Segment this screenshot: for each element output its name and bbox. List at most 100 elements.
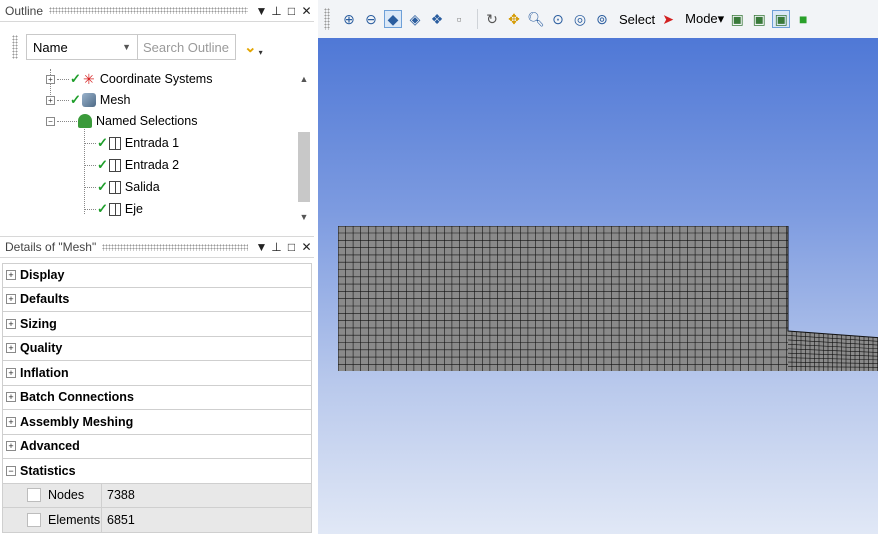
- face-selection-icon: [108, 158, 121, 172]
- scroll-thumb[interactable]: [298, 132, 310, 202]
- restore-icon[interactable]: □: [284, 4, 299, 18]
- face-selection-icon: [108, 136, 121, 150]
- shaded-view-icon[interactable]: ◆: [384, 10, 402, 28]
- filter-type-select[interactable]: Name ▼: [26, 34, 138, 60]
- mesh-icon: [81, 93, 96, 107]
- tree-item-entrada-1[interactable]: ✓ Entrada 1: [84, 133, 179, 153]
- expand-icon[interactable]: +: [6, 270, 16, 281]
- restore-icon[interactable]: □: [284, 240, 299, 254]
- tree-item-coordinate-systems[interactable]: + ✓ ✳ Coordinate Systems: [46, 69, 212, 89]
- zoom-fit-icon[interactable]: ◎: [571, 10, 589, 28]
- expand-icon[interactable]: +: [6, 367, 16, 378]
- tree-item-salida[interactable]: ✓ Salida: [84, 177, 160, 197]
- zoom-in-icon[interactable]: ⊕: [340, 10, 358, 28]
- collapse-icon[interactable]: −: [6, 465, 16, 476]
- section-label: Quality: [20, 341, 63, 356]
- expand-icon[interactable]: +: [6, 318, 16, 329]
- stat-value: 7388: [107, 488, 135, 503]
- select-vertex-icon[interactable]: ▣: [728, 10, 746, 28]
- details-section-quality[interactable]: + Quality: [2, 336, 312, 361]
- select-face-icon[interactable]: ▣: [772, 10, 791, 28]
- tree-item-eje[interactable]: ✓ Eje: [84, 199, 143, 219]
- mode-dropdown[interactable]: Mode▾: [685, 11, 724, 27]
- tree-item-label: Eje: [124, 202, 143, 216]
- expand-icon[interactable]: +: [6, 343, 16, 354]
- details-section-advanced[interactable]: + Advanced: [2, 434, 312, 459]
- graphics-toolbar: ⊕ ⊖ ◆ ◈ ❖ ▫ ↻ ✥ 🔍︎ ⊙ ◎ ⊚ Select ➤ Mode▾ …: [318, 0, 878, 38]
- section-label: Sizing: [20, 316, 57, 331]
- select-edge-icon[interactable]: ▣: [750, 10, 768, 28]
- select-label[interactable]: Select: [619, 12, 655, 27]
- scroll-up-icon[interactable]: ▲: [296, 74, 312, 84]
- zoom-icon[interactable]: 🔍︎: [527, 10, 545, 28]
- pan-icon[interactable]: ✥: [505, 10, 523, 28]
- display-style-icon[interactable]: ❖: [428, 10, 446, 28]
- tree-item-mesh[interactable]: + ✓ Mesh: [46, 90, 130, 110]
- pin-icon[interactable]: ⊥: [269, 4, 284, 18]
- edges-icon[interactable]: ▫: [450, 10, 468, 28]
- search-options-icon[interactable]: ⌄: [244, 38, 257, 56]
- face-selection-icon: [108, 180, 121, 194]
- graphics-viewport[interactable]: [318, 38, 878, 534]
- close-icon[interactable]: ✕: [299, 240, 314, 254]
- dropdown-icon[interactable]: ▼: [254, 240, 269, 254]
- wireframe-icon[interactable]: ◈: [406, 10, 424, 28]
- expand-icon[interactable]: +: [6, 294, 16, 305]
- tree-item-label: Entrada 1: [124, 136, 180, 150]
- outline-tree: + ✓ ✳ Coordinate Systems + ✓ Mesh − Name…: [0, 64, 300, 224]
- stat-row-elements[interactable]: Elements 6851: [2, 507, 312, 533]
- box-zoom-icon[interactable]: ⊙: [549, 10, 567, 28]
- expand-icon[interactable]: +: [6, 441, 16, 452]
- outline-search-input[interactable]: Search Outline: [138, 34, 236, 60]
- rotate-icon[interactable]: ↻: [483, 10, 501, 28]
- expand-icon[interactable]: +: [46, 74, 55, 84]
- outline-scrollbar[interactable]: ▲ ▼: [296, 68, 312, 226]
- tree-item-entrada-2[interactable]: ✓ Entrada 2: [84, 155, 179, 175]
- expand-icon[interactable]: +: [6, 392, 16, 403]
- section-label: Display: [20, 268, 65, 283]
- details-title-bar: Details of "Mesh" ▼ ⊥ □ ✕: [0, 236, 314, 258]
- tree-item-label: Entrada 2: [124, 158, 180, 172]
- checkmark-icon: ✓: [70, 92, 81, 107]
- zoom-out-icon[interactable]: ⊖: [362, 10, 380, 28]
- details-section-inflation[interactable]: + Inflation: [2, 361, 312, 386]
- parameter-checkbox[interactable]: [27, 512, 41, 527]
- select-cursor-icon[interactable]: ➤: [659, 10, 677, 28]
- toolbar-grip[interactable]: [324, 8, 330, 30]
- pin-icon[interactable]: ⊥: [269, 240, 284, 254]
- coordinate-systems-icon: ✳: [83, 71, 95, 87]
- toolbar-grip[interactable]: [12, 35, 18, 59]
- section-label: Assembly Meshing: [20, 414, 134, 429]
- left-pane: Outline ▼ ⊥ □ ✕ Name ▼ Search Outline ⌄ …: [0, 0, 318, 534]
- expand-icon[interactable]: +: [6, 416, 16, 427]
- select-body-icon[interactable]: ■: [794, 10, 812, 28]
- details-section-batch-connections[interactable]: + Batch Connections: [2, 385, 312, 410]
- small-dropdown-icon[interactable]: ▾: [259, 48, 263, 57]
- checkmark-icon: ✓: [97, 157, 108, 172]
- expand-icon[interactable]: +: [46, 95, 55, 105]
- details-title: Details of "Mesh": [5, 240, 97, 254]
- details-section-statistics[interactable]: − Statistics: [2, 459, 312, 484]
- checkmark-icon: ✓: [97, 201, 108, 216]
- details-section-sizing[interactable]: + Sizing: [2, 312, 312, 337]
- magnifier-icon[interactable]: ⊚: [593, 10, 611, 28]
- details-section-assembly-meshing[interactable]: + Assembly Meshing: [2, 410, 312, 435]
- checkmark-icon: ✓: [97, 179, 108, 194]
- close-icon[interactable]: ✕: [299, 4, 314, 18]
- dropdown-icon[interactable]: ▼: [254, 4, 269, 18]
- collapse-icon[interactable]: −: [46, 116, 55, 126]
- parameter-checkbox[interactable]: [27, 488, 41, 503]
- details-section-display[interactable]: + Display: [2, 263, 312, 288]
- stat-label: Nodes: [48, 488, 85, 503]
- section-label: Advanced: [20, 439, 80, 454]
- stat-row-nodes[interactable]: Nodes 7388: [2, 483, 312, 508]
- tree-item-label: Salida: [124, 180, 160, 194]
- section-label: Batch Connections: [20, 390, 134, 405]
- scroll-down-icon[interactable]: ▼: [296, 212, 312, 222]
- details-grid: + Display + Defaults + Sizing + Quality …: [2, 263, 312, 533]
- tree-item-named-selections[interactable]: − Named Selections: [46, 111, 197, 131]
- panel-grip[interactable]: [49, 7, 248, 14]
- panel-grip[interactable]: [102, 243, 248, 251]
- details-section-defaults[interactable]: + Defaults: [2, 287, 312, 312]
- outline-filter-bar: Name ▼ Search Outline ⌄ ▾: [0, 33, 314, 61]
